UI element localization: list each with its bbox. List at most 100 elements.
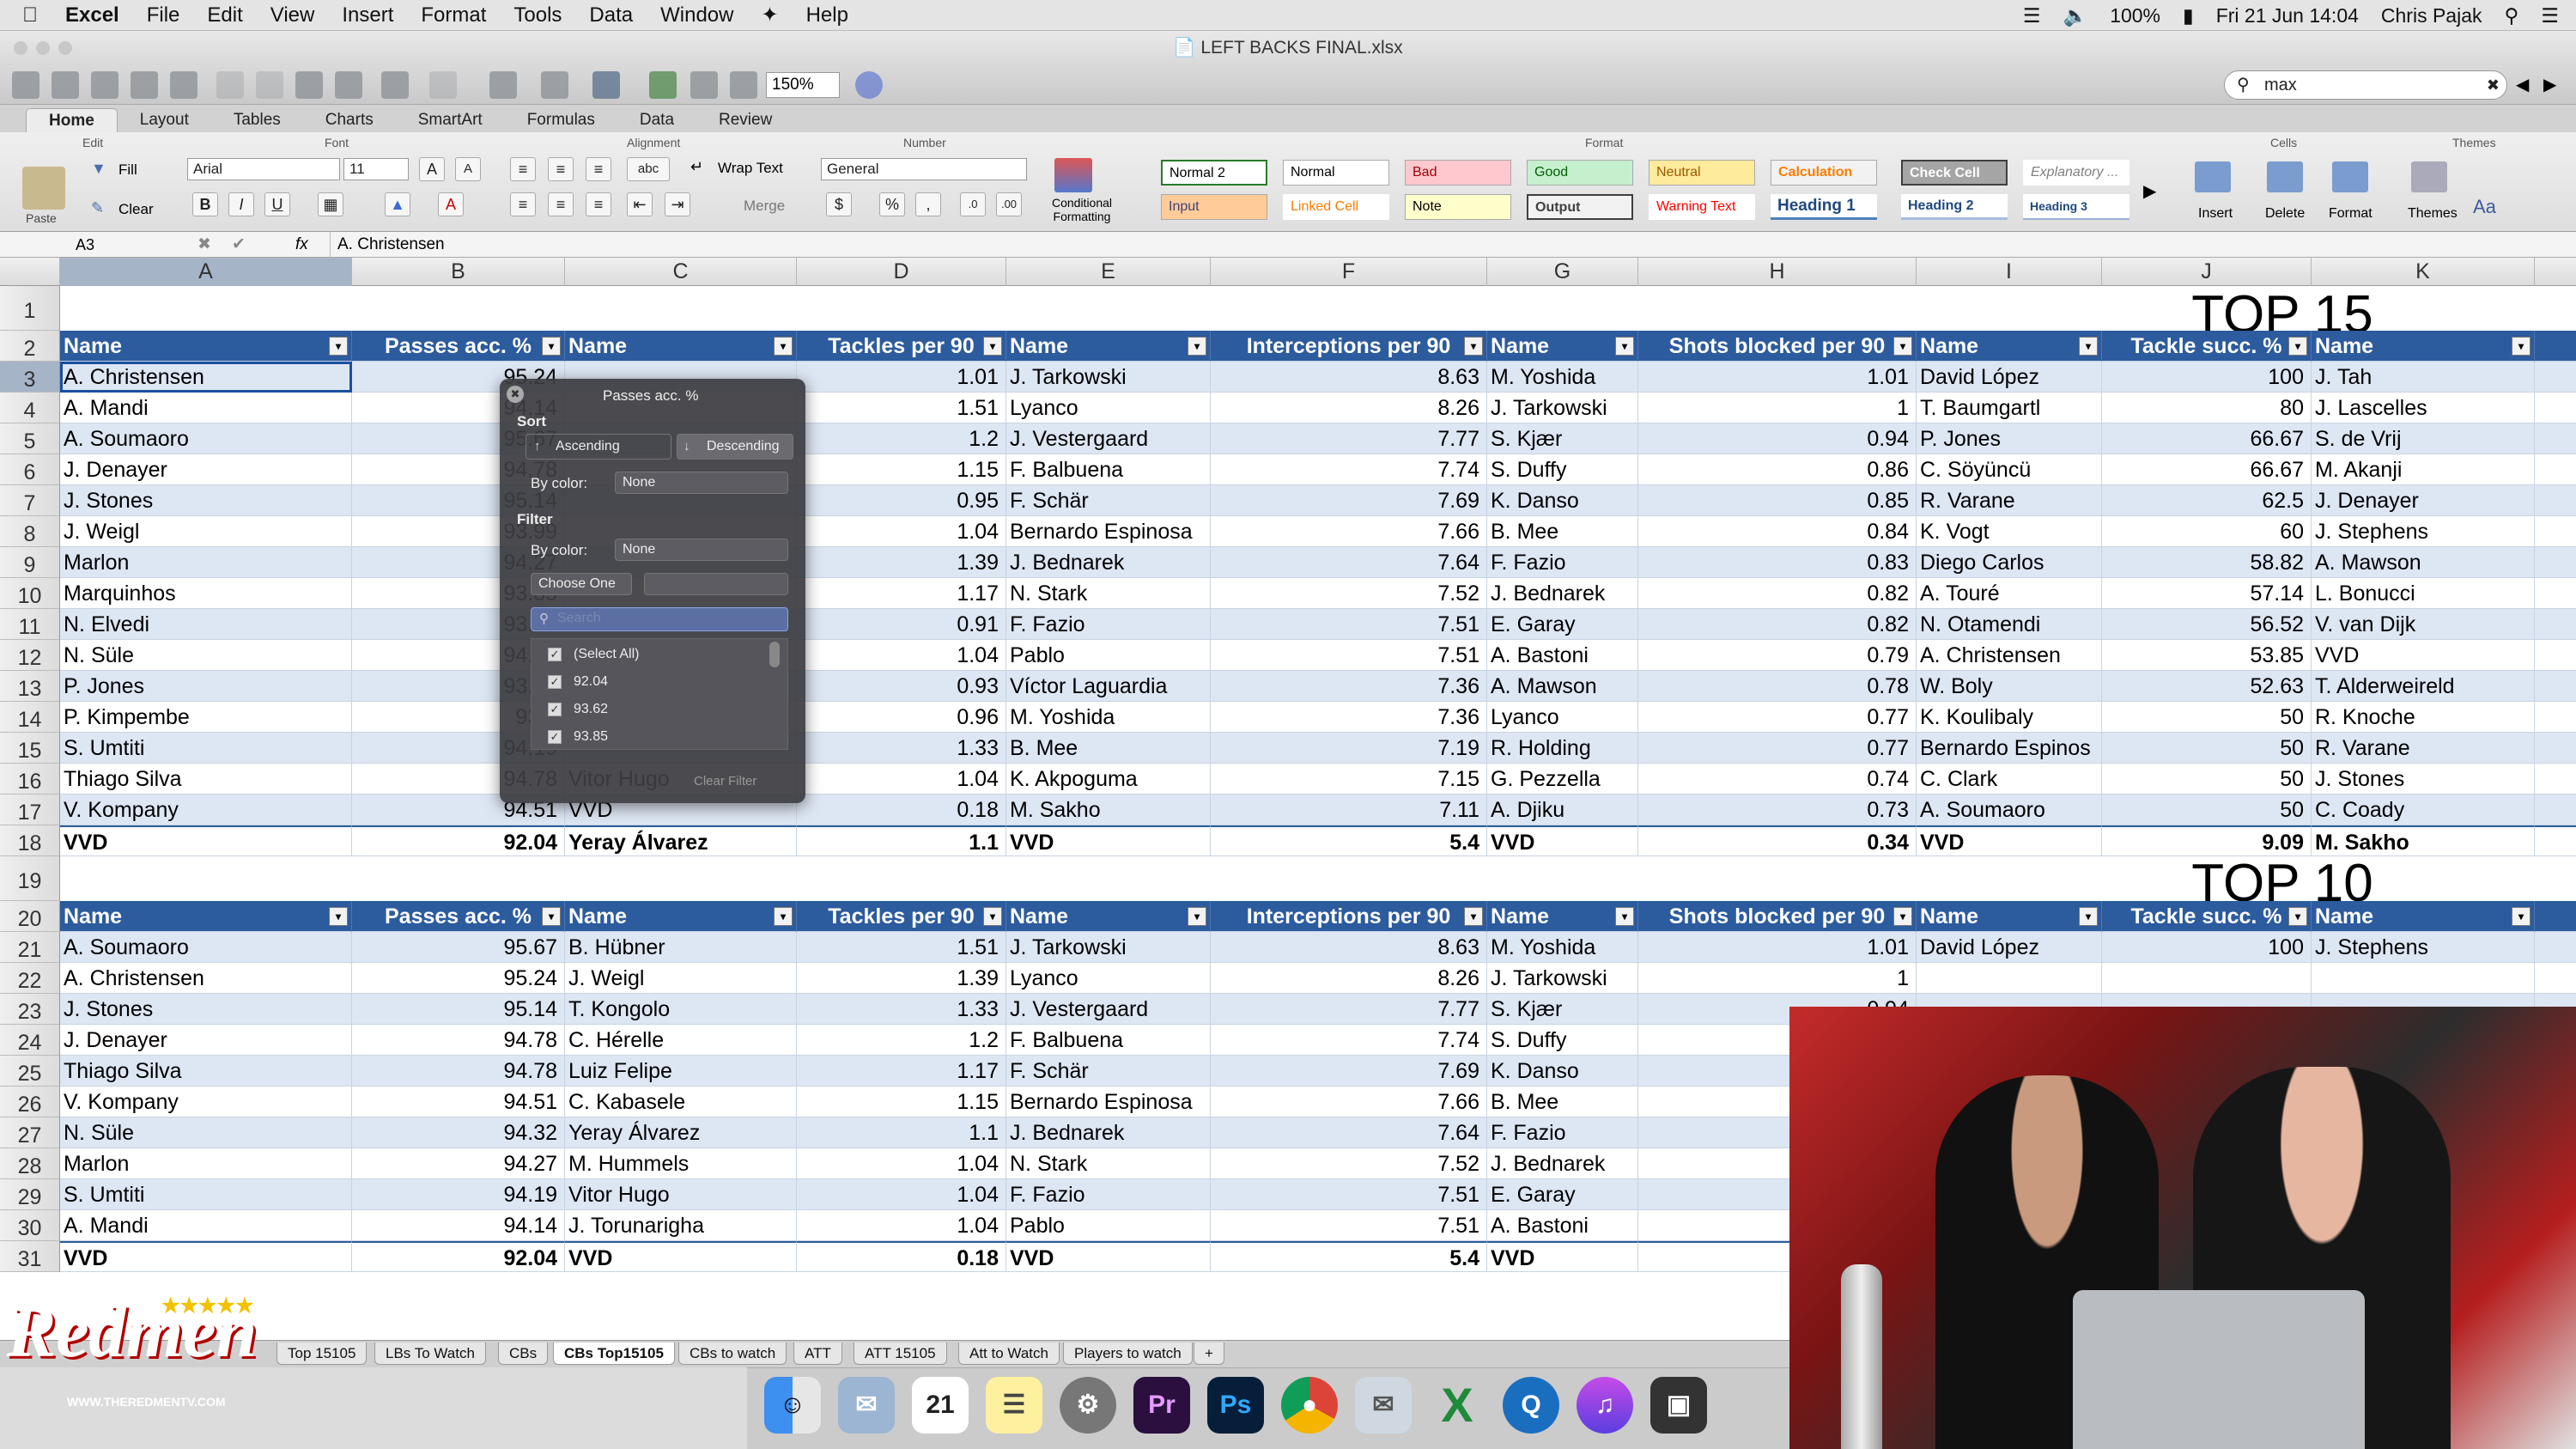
- align-right-button[interactable]: ≡: [586, 192, 611, 216]
- close-window-button[interactable]: [14, 41, 27, 55]
- row-header[interactable]: 30: [0, 1210, 60, 1241]
- row-header[interactable]: 17: [0, 795, 60, 825]
- table-cell[interactable]: 5.4: [1211, 825, 1487, 856]
- undo-icon[interactable]: [381, 71, 409, 99]
- sheet-tab-active[interactable]: CBs Top15105: [553, 1342, 675, 1365]
- name-box[interactable]: A3: [7, 232, 179, 258]
- autosum-icon[interactable]: [489, 71, 517, 99]
- table-cell[interactable]: J. Weigl: [60, 516, 352, 547]
- table-cell[interactable]: 8.63: [1211, 932, 1487, 963]
- row-header[interactable]: 24: [0, 1025, 60, 1056]
- style-neutral[interactable]: Neutral: [1649, 160, 1755, 186]
- table-cell[interactable]: A. Christensen: [60, 362, 352, 393]
- table-cell[interactable]: 7.77: [1211, 423, 1487, 454]
- table-cell[interactable]: 94.27: [352, 1148, 565, 1179]
- sheet-tab[interactable]: CBs: [498, 1342, 549, 1365]
- table-cell[interactable]: 7.64: [1211, 547, 1487, 578]
- table-cell[interactable]: 8.26: [1211, 393, 1487, 423]
- filter-dropdown-icon[interactable]: ▾: [542, 337, 561, 356]
- table-cell[interactable]: VVD: [60, 1241, 352, 1272]
- table-cell[interactable]: 1.04: [797, 1148, 1006, 1179]
- table-cell[interactable]: 1.17: [797, 1056, 1006, 1087]
- table-cell[interactable]: B. Mee: [1487, 1087, 1638, 1117]
- table-cell[interactable]: 7.74: [1211, 454, 1487, 485]
- wifi-icon[interactable]: ☰: [2023, 4, 2041, 27]
- table-cell[interactable]: 7.66: [1211, 516, 1487, 547]
- clock[interactable]: Fri 21 Jun 14:04: [2216, 4, 2359, 27]
- table-cell[interactable]: 50: [2102, 733, 2312, 764]
- table-cell[interactable]: F. Schär: [1006, 485, 1211, 516]
- formula-input[interactable]: A. Christensen: [330, 232, 2545, 258]
- table-cell[interactable]: David López: [1917, 932, 2102, 963]
- table-cell[interactable]: 1.1: [797, 1117, 1006, 1148]
- table-cell[interactable]: Yeray Álvarez: [565, 1117, 797, 1148]
- style-heading-3[interactable]: Heading 3: [2023, 194, 2129, 220]
- table-cell[interactable]: G. Pezzella: [1487, 764, 1638, 795]
- table-cell[interactable]: Bernardo Espinosa: [1006, 1087, 1211, 1117]
- table-cell[interactable]: 1.01: [1638, 362, 1917, 393]
- table-cell[interactable]: J. Stones: [60, 994, 352, 1025]
- table-cell[interactable]: S. Duffy: [1487, 454, 1638, 485]
- style-good[interactable]: Good: [1527, 160, 1633, 186]
- paste-button[interactable]: [22, 167, 65, 210]
- style-note[interactable]: Note: [1405, 194, 1511, 220]
- table-cell[interactable]: S. de Vrij: [2312, 423, 2535, 454]
- column-title[interactable]: Name ▾: [1917, 901, 2102, 932]
- table-cell[interactable]: 0.74: [1638, 764, 1917, 795]
- align-center-button[interactable]: ≡: [548, 192, 574, 216]
- fill-color-button[interactable]: ▲: [385, 192, 410, 216]
- column-header-f[interactable]: F: [1211, 258, 1487, 286]
- format-cells-icon[interactable]: [2332, 161, 2368, 192]
- filter-item[interactable]: ✓ 93.62: [548, 702, 608, 717]
- table-cell[interactable]: Vitor Hugo: [565, 1179, 797, 1210]
- table-cell[interactable]: J. Vestergaard: [1006, 423, 1211, 454]
- table-cell[interactable]: A. Soumaoro: [60, 932, 352, 963]
- table-cell[interactable]: N. Elvedi: [60, 609, 352, 640]
- table-cell[interactable]: 7.51: [1211, 1179, 1487, 1210]
- column-title[interactable]: Tackles per 90 ▾: [797, 901, 1006, 932]
- column-header-a[interactable]: A: [60, 258, 352, 286]
- table-cell[interactable]: 0.82: [1638, 578, 1917, 609]
- italic-button[interactable]: I: [228, 192, 254, 216]
- table-cell[interactable]: 1.04: [797, 516, 1006, 547]
- table-cell[interactable]: 0.42: [2535, 547, 2576, 578]
- filter-dropdown-icon[interactable]: ▾: [1464, 907, 1483, 926]
- table-cell[interactable]: 8.26: [1211, 963, 1487, 994]
- table-cell[interactable]: VVD: [1006, 1241, 1211, 1272]
- table-cell[interactable]: Yeray Álvarez: [565, 825, 797, 856]
- table-cell[interactable]: 7.36: [1211, 702, 1487, 733]
- table-cell[interactable]: 0.94: [1638, 423, 1917, 454]
- table-cell[interactable]: V. Kompany: [60, 1087, 352, 1117]
- column-header-j[interactable]: J: [2102, 258, 2312, 286]
- column-title[interactable]: Interceptions per 90 ▾: [1211, 331, 1487, 362]
- save-icon[interactable]: [131, 71, 158, 99]
- delete-cells-icon[interactable]: [2267, 161, 2303, 192]
- table-cell[interactable]: J. Bednarek: [1487, 1148, 1638, 1179]
- table-cell[interactable]: 94.32: [352, 1117, 565, 1148]
- table-cell[interactable]: P. Jones: [1917, 423, 2102, 454]
- search-clear-icon[interactable]: ✖: [2487, 71, 2500, 99]
- table-cell[interactable]: V. Kompany: [60, 795, 352, 825]
- help-icon[interactable]: [855, 71, 883, 99]
- table-cell[interactable]: N. Otamendi: [1917, 609, 2102, 640]
- search-input[interactable]: max ⚲ ✖: [2224, 70, 2507, 100]
- table-cell[interactable]: 7.66: [1211, 1087, 1487, 1117]
- table-cell[interactable]: A. Touré: [1917, 578, 2102, 609]
- orientation-button[interactable]: abc: [627, 157, 670, 181]
- sheet-tab[interactable]: Att to Watch: [958, 1342, 1060, 1365]
- row-header[interactable]: 12: [0, 640, 60, 671]
- filter-list-scrollbar[interactable]: [769, 642, 780, 667]
- table-cell[interactable]: J. Stephens: [2312, 932, 2535, 963]
- apple-icon[interactable]: : [22, 3, 38, 27]
- table-cell[interactable]: K. Koulibaly: [1917, 702, 2102, 733]
- table-cell[interactable]: 60: [2102, 516, 2312, 547]
- filter-item[interactable]: ✓ 92.04: [548, 674, 608, 690]
- sort-descending-button[interactable]: Descending: [677, 434, 793, 460]
- table-cell[interactable]: R. Knoche: [2312, 702, 2535, 733]
- table-cell[interactable]: 95.14: [352, 994, 565, 1025]
- table-cell[interactable]: 1.39: [797, 963, 1006, 994]
- row-header[interactable]: 18: [0, 825, 60, 856]
- minimize-window-button[interactable]: [36, 41, 50, 55]
- table-cell[interactable]: 66.67: [2102, 454, 2312, 485]
- add-sheet-button[interactable]: +: [1194, 1342, 1224, 1365]
